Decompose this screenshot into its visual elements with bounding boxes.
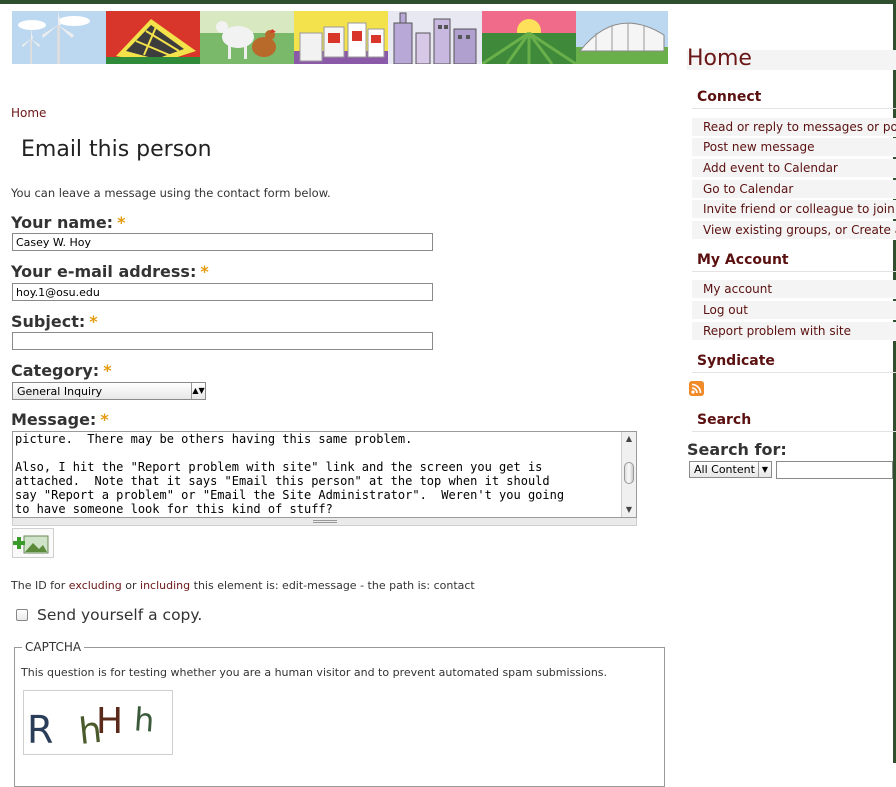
email-label-text: Your e-mail address: [11, 262, 197, 281]
solar-panel-banner-image [106, 11, 200, 64]
divider [692, 431, 896, 432]
captcha-char: h [133, 700, 156, 739]
including-link[interactable]: including [140, 579, 190, 592]
sunset-field-banner-image [482, 11, 576, 64]
sidebar-item-my-account[interactable]: My account [692, 280, 896, 299]
insert-image-button[interactable] [12, 528, 54, 558]
my-account-heading: My Account [697, 252, 789, 268]
required-mark: * [117, 213, 126, 232]
goat-chicken-banner-image [200, 11, 294, 64]
captcha-char: H [96, 701, 123, 742]
id-info-prefix: The ID for [11, 579, 66, 592]
scroll-up-icon[interactable]: ▲ [622, 432, 636, 446]
id-info-suffix: this element is: edit-message - the path… [193, 579, 475, 592]
sidebar-item-log-out[interactable]: Log out [692, 301, 896, 320]
id-info-or: or [125, 579, 137, 592]
message-label-text: Message: [11, 410, 97, 429]
category-select[interactable]: General Inquiry ▲▼ [12, 382, 206, 400]
sidebar-item-post-message[interactable]: Post new message [692, 138, 896, 157]
captcha-description: This question is for testing whether you… [21, 666, 608, 679]
breadcrumb-home[interactable]: Home [11, 106, 46, 120]
message-text: picture. There may be others having this… [15, 432, 565, 516]
captcha-char: R [27, 708, 53, 752]
captcha-legend: CAPTCHA [22, 640, 85, 654]
category-label: Category: * [11, 361, 112, 380]
food-cans-banner-image [294, 11, 388, 64]
city-buildings-banner-image [388, 11, 482, 64]
search-for-label: Search for: [687, 440, 787, 459]
send-copy-checkbox[interactable] [16, 609, 28, 621]
divider [692, 108, 896, 109]
search-input[interactable] [776, 461, 893, 479]
page-title: Email this person [21, 137, 212, 162]
excluding-link[interactable]: excluding [69, 579, 122, 592]
rss-feed-icon[interactable] [689, 381, 704, 396]
required-mark: * [200, 262, 209, 281]
captcha-fieldset: CAPTCHA This question is for testing whe… [14, 640, 665, 787]
search-scope-select[interactable]: All Content ▼ [689, 461, 772, 478]
sidebar-item-read-messages[interactable]: Read or reply to messages or posts [692, 118, 896, 137]
chevron-down-icon: ▼ [758, 462, 771, 477]
email-label: Your e-mail address: * [11, 262, 209, 281]
category-selected-value: General Inquiry [17, 385, 103, 398]
textarea-resize-grip[interactable] [12, 518, 637, 526]
sidebar-item-invite[interactable]: Invite friend or colleague to join [692, 200, 896, 219]
windmill-banner-image [12, 11, 106, 64]
message-textarea[interactable]: picture. There may be others having this… [12, 431, 637, 518]
name-label: Your name: * [11, 213, 125, 232]
subject-label-text: Subject: [11, 312, 86, 331]
view-groups-link[interactable]: View existing groups, or [703, 223, 847, 237]
greenhouse-banner-image [576, 11, 668, 64]
name-field[interactable] [12, 233, 433, 251]
id-info-line: The ID for excluding or including this e… [11, 579, 475, 592]
sidebar-item-report-problem[interactable]: Report problem with site [692, 322, 896, 341]
sidebar-item-go-calendar[interactable]: Go to Calendar [692, 180, 896, 199]
syndicate-heading: Syndicate [697, 353, 775, 369]
subject-label: Subject: * [11, 312, 98, 331]
required-mark: * [103, 361, 112, 380]
scroll-down-icon[interactable]: ▼ [622, 503, 636, 517]
send-copy-label[interactable]: Send yourself a copy. [37, 606, 202, 624]
create-group-link[interactable]: Create a group [851, 223, 896, 237]
required-mark: * [100, 410, 109, 429]
sidebar-item-groups[interactable]: View existing groups, or Create a group [692, 221, 896, 240]
connect-heading: Connect [697, 89, 762, 105]
sidebar-title: Home [687, 46, 896, 71]
select-arrow-icon: ▲▼ [191, 383, 205, 399]
search-heading: Search [697, 412, 752, 428]
divider [692, 372, 896, 373]
site-banner [12, 11, 668, 64]
scroll-thumb[interactable] [624, 462, 634, 484]
intro-text: You can leave a message using the contac… [11, 186, 331, 200]
search-scope-value: All Content [694, 463, 755, 476]
message-scrollbar[interactable]: ▲ ▼ [621, 432, 636, 517]
add-image-icon [13, 535, 49, 554]
subject-field[interactable] [12, 332, 433, 350]
category-label-text: Category: [11, 361, 100, 380]
captcha-image: R h H h [23, 690, 173, 755]
name-label-text: Your name: [11, 213, 114, 232]
required-mark: * [89, 312, 98, 331]
send-copy-row[interactable]: Send yourself a copy. [16, 606, 202, 624]
sidebar-title-text: Home [687, 46, 752, 71]
email-field[interactable] [12, 283, 433, 301]
message-label: Message: * [11, 410, 109, 429]
divider [692, 271, 896, 272]
window-frame-top [0, 0, 896, 4]
sidebar-item-add-event[interactable]: Add event to Calendar [692, 159, 896, 178]
